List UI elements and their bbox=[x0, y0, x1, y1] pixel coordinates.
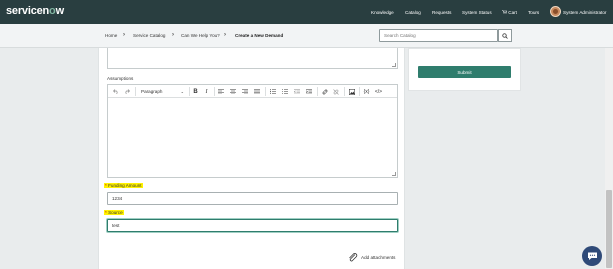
breadcrumb-home[interactable]: Home bbox=[105, 33, 117, 38]
align-right-icon[interactable] bbox=[240, 87, 249, 96]
chat-bubble-icon bbox=[587, 252, 597, 260]
search-input[interactable] bbox=[380, 30, 497, 41]
toolbar-divider bbox=[317, 87, 318, 96]
breadcrumb-current-page: Create a New Demand bbox=[235, 33, 284, 38]
search-catalog-field[interactable] bbox=[379, 29, 498, 42]
resize-handle-icon[interactable] bbox=[392, 63, 396, 67]
funding-amount-label: * Funding Amount bbox=[104, 183, 143, 188]
cart-icon bbox=[502, 10, 508, 14]
indent-icon[interactable] bbox=[304, 87, 313, 96]
toolbar-divider bbox=[265, 87, 266, 96]
toolbar-divider bbox=[135, 87, 136, 96]
align-left-icon[interactable] bbox=[216, 87, 225, 96]
previous-textarea[interactable] bbox=[107, 48, 398, 69]
chevron-right-icon: › bbox=[224, 32, 226, 38]
italic-icon[interactable]: I bbox=[202, 87, 211, 96]
editor-toolbar: Paragraph ⌄ B I {x} </> bbox=[108, 85, 397, 98]
toolbar-divider bbox=[189, 87, 190, 96]
chat-button[interactable] bbox=[582, 246, 602, 266]
logo-text-end: w bbox=[55, 5, 65, 17]
funding-amount-field[interactable] bbox=[107, 192, 398, 205]
undo-icon[interactable] bbox=[111, 87, 120, 96]
breadcrumb-can-we-help[interactable]: Can We Help You? bbox=[181, 33, 220, 38]
required-marker: * bbox=[105, 210, 107, 215]
top-navigation-bar: servicenow Knowledge Catalog Requests Sy… bbox=[0, 0, 613, 24]
chevron-right-icon: › bbox=[172, 32, 174, 38]
search-button[interactable] bbox=[498, 29, 512, 42]
format-select[interactable]: Paragraph ⌄ bbox=[139, 87, 186, 96]
nav-system-status[interactable]: System Status bbox=[462, 10, 492, 15]
source-label-text: Source bbox=[108, 210, 123, 215]
add-attachments-label: Add attachments bbox=[361, 255, 396, 260]
unlink-icon[interactable] bbox=[331, 87, 340, 96]
format-select-value: Paragraph bbox=[141, 89, 163, 94]
source-label: * Source bbox=[104, 210, 124, 215]
variable-icon[interactable]: {x} bbox=[362, 87, 371, 96]
toolbar-divider bbox=[214, 87, 215, 96]
align-justify-icon[interactable] bbox=[252, 87, 261, 96]
chevron-right-icon: › bbox=[123, 32, 125, 38]
scrollbar-thumb[interactable] bbox=[606, 190, 612, 268]
resize-handle-icon[interactable] bbox=[392, 172, 396, 176]
assumptions-label: Assumptions bbox=[107, 76, 134, 81]
code-icon[interactable]: </> bbox=[374, 87, 383, 96]
nav-catalog[interactable]: Catalog bbox=[405, 10, 421, 15]
numbered-list-icon[interactable] bbox=[280, 87, 289, 96]
user-avatar[interactable] bbox=[550, 6, 561, 17]
submit-button[interactable]: Submit bbox=[418, 66, 511, 78]
image-icon[interactable] bbox=[347, 87, 356, 96]
logo-text-start: servicen bbox=[6, 5, 50, 17]
add-attachments-link[interactable]: Add attachments bbox=[348, 253, 395, 262]
paperclip-icon bbox=[349, 253, 358, 262]
servicenow-logo[interactable]: servicenow bbox=[6, 5, 64, 17]
source-input[interactable] bbox=[108, 220, 397, 231]
nav-cart[interactable]: Cart bbox=[502, 10, 517, 15]
align-center-icon[interactable] bbox=[228, 87, 237, 96]
funding-amount-input[interactable] bbox=[108, 193, 397, 204]
assumptions-editor: Paragraph ⌄ B I {x} </> bbox=[107, 84, 398, 178]
nav-tours[interactable]: Tours bbox=[528, 10, 539, 15]
source-field[interactable] bbox=[107, 219, 398, 232]
search-icon bbox=[502, 32, 508, 39]
nav-requests[interactable]: Requests bbox=[432, 10, 451, 15]
toolbar-divider bbox=[359, 87, 360, 96]
user-name[interactable]: System Administrator bbox=[563, 10, 606, 15]
required-marker: * bbox=[105, 183, 107, 188]
nav-cart-label: Cart bbox=[508, 9, 517, 15]
chevron-down-icon: ⌄ bbox=[180, 89, 184, 94]
breadcrumb-service-catalog[interactable]: Service Catalog bbox=[133, 33, 165, 38]
toolbar-divider bbox=[344, 87, 345, 96]
nav-knowledge[interactable]: Knowledge bbox=[371, 10, 394, 15]
bullet-list-icon[interactable] bbox=[268, 87, 277, 96]
outdent-icon[interactable] bbox=[292, 87, 301, 96]
redo-icon[interactable] bbox=[122, 87, 131, 96]
breadcrumb-bar: Home › Service Catalog › Can We Help You… bbox=[0, 24, 613, 48]
link-icon[interactable] bbox=[320, 87, 329, 96]
funding-amount-label-text: Funding Amount bbox=[108, 183, 142, 188]
bold-icon[interactable]: B bbox=[191, 87, 200, 96]
